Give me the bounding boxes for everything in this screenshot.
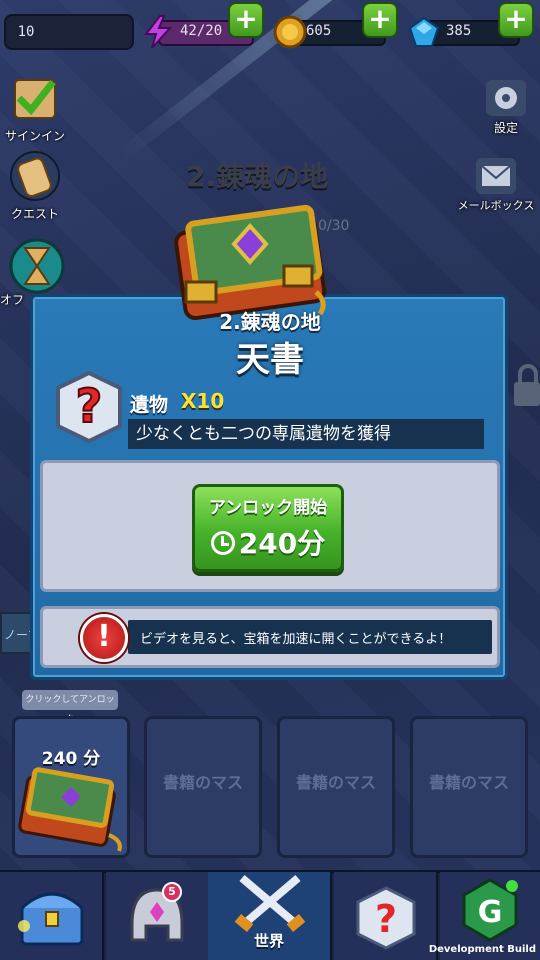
top-bar: 10 42/20 + 605 + 385 +: [0, 0, 540, 64]
treasure-chest-icon: [18, 892, 84, 946]
start-unlock-button[interactable]: アンロック開始 240分: [192, 484, 344, 572]
nav-relic-tab[interactable]: ?: [334, 872, 438, 960]
gear-icon: [486, 80, 526, 116]
crossed-swords-icon: [234, 874, 306, 932]
nav-chest-tab[interactable]: [0, 872, 104, 960]
slot-1-time: 240 分: [41, 749, 101, 769]
video-speedup-hint: ビデオを見ると、宝箱を加速に開くことができるよ！: [140, 632, 452, 647]
add-gold-button[interactable]: +: [362, 2, 398, 38]
unlock-time-row: 240分: [195, 522, 341, 562]
world-label: 世界: [253, 932, 284, 950]
svg-text:?: ?: [375, 897, 397, 941]
quest-scroll-icon: [10, 151, 60, 201]
energy-bolt-icon: [143, 15, 173, 49]
relic-count: X10: [181, 389, 225, 413]
relic-label: 遺物: [130, 394, 169, 416]
chest-slot-4[interactable]: 書籍のマス: [410, 716, 528, 858]
relic-question-icon: ?: [356, 886, 416, 950]
popup-stage-name: 2.錬魂の地: [219, 310, 321, 334]
quest-button[interactable]: クエスト: [0, 150, 70, 222]
sign-in-scroll-icon: [14, 79, 56, 119]
empty-slot-label: 書籍のマス: [295, 773, 376, 792]
alert-exclamation-icon: !: [80, 614, 128, 662]
settings-button[interactable]: 設定: [478, 80, 534, 136]
guild-emblem-icon: G: [462, 878, 518, 942]
click-to-unlock-tag: クリックしてアンロック: [22, 690, 118, 725]
unlock-time: 240分: [238, 527, 326, 560]
sign-in-label: サインイン: [4, 129, 65, 143]
slot-chest-icon: [18, 767, 122, 852]
gold-coin-icon: [273, 15, 307, 49]
gem-value: 385: [446, 23, 472, 39]
hero-notification-badge: 5: [162, 882, 182, 902]
empty-slot-label: 書籍のマス: [162, 773, 243, 792]
relic-description: 少なくとも二つの専属遺物を獲得: [128, 419, 484, 449]
add-energy-button[interactable]: +: [228, 2, 264, 38]
stage-title: 2.錬魂の地: [186, 160, 329, 193]
svg-text:G: G: [478, 895, 503, 930]
chest-slot-2[interactable]: 書籍のマス: [144, 716, 262, 858]
nav-world-tab[interactable]: 世界: [208, 872, 332, 960]
player-level: 10: [17, 24, 35, 40]
mystery-relic-icon: ?: [56, 370, 122, 444]
energy-value: 42/20: [180, 23, 223, 39]
mailbox-label: メールボックス: [457, 199, 535, 212]
gem-icon: [408, 16, 440, 47]
start-unlock-label: アンロック開始: [208, 498, 328, 518]
mail-envelope-icon: [476, 158, 516, 194]
empty-slot-label: 書籍のマス: [428, 773, 509, 792]
player-level-box[interactable]: 10: [4, 14, 134, 50]
sign-in-button[interactable]: サインイン: [0, 74, 70, 144]
mailbox-button[interactable]: メールボックス: [452, 158, 540, 213]
chest-slot-3[interactable]: 書籍のマス: [277, 716, 395, 858]
svg-text:?: ?: [76, 379, 103, 433]
quest-label: クエスト: [10, 207, 59, 221]
chest-slot-1[interactable]: [12, 716, 130, 858]
clock-icon: [210, 531, 235, 555]
development-build-label: Development Build: [428, 944, 536, 955]
gold-value: 605: [306, 23, 332, 39]
heavenly-book-chest-icon: [174, 204, 327, 320]
hourglass-icon: [9, 238, 65, 294]
add-gem-button[interactable]: +: [498, 2, 534, 38]
nav-hero-tab[interactable]: [106, 872, 210, 960]
settings-label: 設定: [493, 121, 518, 135]
